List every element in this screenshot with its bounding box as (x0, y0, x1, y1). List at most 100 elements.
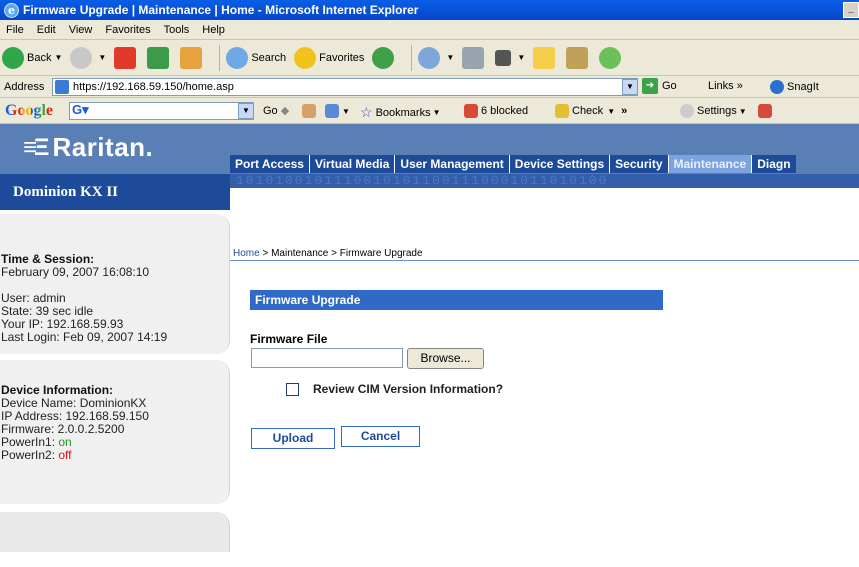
product-name: Dominion KX II (13, 184, 119, 200)
google-logo-text: Google (5, 102, 53, 119)
address-label: Address (4, 80, 45, 93)
minimize-button[interactable]: _ (843, 2, 859, 18)
address-input[interactable]: https://192.168.59.150/home.asp (52, 78, 638, 96)
dropdown-arrow-icon: ▼ (98, 53, 107, 62)
favorites-button[interactable]: Favorites (294, 46, 364, 69)
session-datetime: February 09, 2007 16:08:10 (1, 265, 150, 279)
address-dropdown-button[interactable]: ▼ (622, 79, 638, 95)
menu-edit[interactable]: Edit (37, 24, 56, 36)
menu-view[interactable]: View (69, 24, 93, 36)
firmware-file-input[interactable] (251, 348, 403, 368)
check-label: Check (572, 105, 604, 117)
firmware-section-header: Firmware Upgrade (250, 290, 663, 310)
google-go-label: Go (263, 104, 278, 117)
tab-diagnostics[interactable]: Diagn (751, 155, 796, 173)
back-arrow-icon (2, 46, 24, 69)
print-button[interactable] (462, 46, 487, 69)
forward-arrow-icon (70, 46, 93, 69)
google-dropdown-button[interactable]: ▼ (238, 103, 254, 119)
snagit-button[interactable]: SnagIt (770, 80, 819, 94)
google-extra-button[interactable] (758, 104, 775, 118)
star-icon (294, 46, 317, 69)
tab-maintenance[interactable]: Maintenance (667, 155, 752, 173)
device-power2: PowerIn2: off (1, 449, 149, 462)
search-button[interactable]: Search (226, 46, 286, 69)
google-go-button[interactable]: Go ◆ (263, 104, 290, 118)
raritan-header: ≡Ξ Raritan. Port Access Virtual Media Us… (0, 124, 859, 174)
links-label: Links (708, 80, 734, 92)
browse-button[interactable]: Browse... (407, 348, 484, 369)
tab-virtual-media[interactable]: Virtual Media (308, 155, 395, 173)
star-outline-icon: ☆ (360, 104, 373, 120)
dropdown-arrow-icon: ▼ (517, 53, 526, 62)
dropdown-arrow-icon: ▼ (446, 53, 455, 62)
snagit-icon (770, 80, 784, 94)
device-information-panel: Device Information: Device Name: Dominio… (0, 360, 230, 504)
power2-label: PowerIn2: (1, 448, 59, 462)
home-button[interactable] (180, 46, 205, 69)
dropdown-arrow-icon: ▼ (432, 108, 441, 117)
standard-toolbar: Back ▼ ▼ Search Favorites ▼ ▼ (0, 40, 859, 76)
cancel-button[interactable]: Cancel (341, 426, 420, 447)
search-icon (226, 46, 249, 69)
product-name-bar: Dominion KX II (0, 174, 230, 210)
menu-tools[interactable]: Tools (164, 24, 190, 36)
edit-button[interactable]: ▼ (495, 49, 526, 66)
settings-label: Settings (697, 105, 737, 117)
blocked-label: 6 blocked (481, 105, 529, 117)
chevron-more-icon: » (621, 105, 628, 117)
google-logo: Google (5, 102, 53, 120)
tab-port-access[interactable]: Port Access (230, 155, 309, 173)
google-popup-blocker-button[interactable]: 6 blocked (464, 104, 528, 118)
tab-user-management[interactable]: User Management (394, 155, 509, 173)
messenger-button[interactable] (599, 46, 624, 69)
history-button[interactable] (372, 46, 397, 69)
google-pagerank-button[interactable] (302, 104, 319, 118)
tab-security[interactable]: Security (609, 155, 668, 173)
google-search-input[interactable] (69, 102, 254, 120)
dropdown-arrow-icon: ▼ (342, 106, 350, 116)
bookmarks-label: Bookmarks (375, 106, 431, 119)
history-icon (372, 46, 395, 69)
edit-icon (495, 49, 512, 66)
tab-device-settings[interactable]: Device Settings (508, 155, 610, 173)
back-button[interactable]: Back ▼ (2, 46, 62, 69)
google-go-arrow-icon: ◆ (280, 105, 290, 117)
address-bar: Address https://192.168.59.150/home.asp … (0, 76, 859, 98)
google-news-button[interactable]: ▼ (325, 104, 350, 118)
firmware-file-label: Firmware File (250, 332, 328, 346)
review-cim-checkbox[interactable] (286, 383, 299, 396)
menu-favorites[interactable]: Favorites (105, 24, 150, 36)
menu-file[interactable]: File (6, 24, 24, 36)
printer-icon (462, 46, 485, 69)
folder-icon (533, 46, 556, 69)
links-button[interactable]: Links » (708, 80, 743, 92)
dropdown-arrow-icon: ▼ (738, 106, 747, 116)
upload-button[interactable]: Upload (251, 428, 335, 449)
snagit-label: SnagIt (787, 81, 819, 93)
stop-button[interactable] (114, 46, 139, 69)
main-nav: Port Access Virtual Media User Managemen… (230, 155, 796, 173)
refresh-button[interactable] (147, 46, 172, 69)
breadcrumb-home-link[interactable]: Home (233, 248, 260, 259)
mail-button[interactable]: ▼ (418, 46, 455, 69)
messenger-icon (599, 46, 622, 69)
back-label: Back (27, 51, 52, 64)
go-button[interactable]: ➔ Go (642, 78, 677, 94)
folder-button[interactable] (533, 46, 558, 69)
pagerank-icon (302, 104, 316, 118)
refresh-icon (147, 46, 170, 69)
settings-icon (680, 104, 694, 118)
google-bookmarks-button[interactable]: ☆ Bookmarks ▼ (360, 104, 441, 121)
google-spellcheck-button[interactable]: Check ▼ » (555, 104, 627, 118)
research-button[interactable] (566, 46, 591, 69)
forward-button[interactable]: ▼ (70, 46, 107, 69)
device-info-heading: Device Information: (1, 383, 114, 397)
google-settings-button[interactable]: Settings ▼ (680, 104, 747, 118)
breadcrumb-divider (230, 260, 859, 261)
time-session-heading: Time & Session: (1, 252, 95, 266)
menu-bar: File Edit View Favorites Tools Help (0, 20, 859, 40)
toolbar-separator (411, 44, 413, 71)
google-g-button[interactable]: G▾ (72, 102, 89, 118)
menu-help[interactable]: Help (202, 24, 225, 36)
